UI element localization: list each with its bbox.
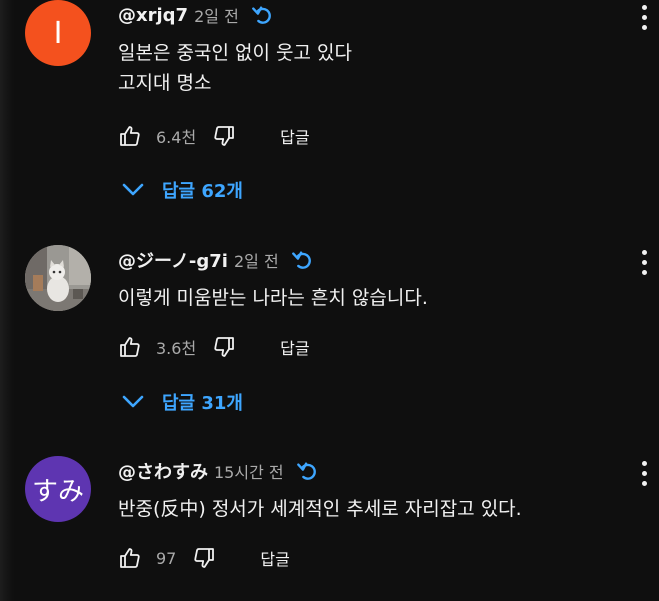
avatar[interactable]: すみ — [25, 456, 91, 522]
view-replies-button[interactable]: 답글 31개 — [120, 387, 243, 417]
view-replies-button[interactable]: 답글 62개 — [120, 175, 243, 205]
like-icon[interactable] — [118, 124, 142, 148]
dislike-icon[interactable] — [212, 124, 236, 148]
edited-refresh-icon — [296, 460, 318, 482]
reply-button[interactable]: 답글 — [280, 335, 309, 359]
comment-line: 이렇게 미움받는 나라는 흔치 않습니다. — [118, 287, 428, 309]
comment-actions: 97 답글 — [118, 544, 290, 572]
more-options-button[interactable] — [634, 458, 654, 488]
like-count: 3.6천 — [156, 339, 197, 358]
comment-text: 일본은 중국인 없이 웃고 있다 고지대 명소 — [118, 38, 352, 98]
more-vert-icon — [641, 460, 647, 466]
edited-refresh-icon — [251, 4, 273, 26]
like-count: 6.4천 — [156, 128, 197, 147]
comment-line: 고지대 명소 — [118, 72, 212, 94]
replies-count-label: 답글 62개 — [162, 181, 243, 202]
author-name[interactable]: @ジーノ-g7i — [118, 247, 228, 273]
chevron-down-icon — [120, 181, 146, 199]
more-options-button[interactable] — [634, 247, 654, 277]
comment-line: 일본은 중국인 없이 웃고 있다 — [118, 42, 352, 64]
avatar[interactable] — [25, 245, 91, 311]
dislike-icon[interactable] — [192, 546, 216, 570]
comment-actions: 3.6천 답글 — [118, 333, 310, 361]
like-icon[interactable] — [118, 335, 142, 359]
like-count: 97 — [156, 548, 177, 568]
author-name[interactable]: @xrjq7 — [118, 5, 188, 26]
dislike-icon[interactable] — [212, 335, 236, 359]
comment-time[interactable]: 15시간 전 — [214, 459, 284, 483]
avatar[interactable]: I — [25, 0, 91, 66]
reply-button[interactable]: 답글 — [280, 124, 309, 148]
comment-text: 이렇게 미움받는 나라는 흔치 않습니다. — [118, 283, 428, 313]
reply-button[interactable]: 답글 — [260, 546, 289, 570]
replies-count-label: 답글 31개 — [162, 393, 243, 414]
comment-time[interactable]: 2일 전 — [194, 3, 239, 27]
avatar-photo — [25, 245, 91, 311]
comment-line: 반중(反中) 정서가 세계적인 추세로 자리잡고 있다. — [118, 498, 522, 520]
edited-refresh-icon — [291, 249, 313, 271]
comment-header: @ジーノ-g7i 2일 전 — [118, 247, 313, 273]
chevron-down-icon — [120, 393, 146, 411]
comment-header: @xrjq7 2일 전 — [118, 4, 273, 26]
comment-text: 반중(反中) 정서가 세계적인 추세로 자리잡고 있다. — [118, 494, 522, 524]
author-name[interactable]: @さわすみ — [118, 458, 208, 484]
comment-time[interactable]: 2일 전 — [234, 248, 279, 272]
more-vert-icon — [641, 4, 647, 10]
more-vert-icon — [641, 249, 647, 255]
comments-section: I @xrjq7 2일 전 일본은 중국인 없이 웃고 있다 고지대 명소 6.… — [0, 0, 659, 601]
comment-actions: 6.4천 답글 — [118, 122, 310, 150]
like-icon[interactable] — [118, 546, 142, 570]
more-options-button[interactable] — [634, 2, 654, 32]
comment-header: @さわすみ 15시간 전 — [118, 458, 318, 484]
